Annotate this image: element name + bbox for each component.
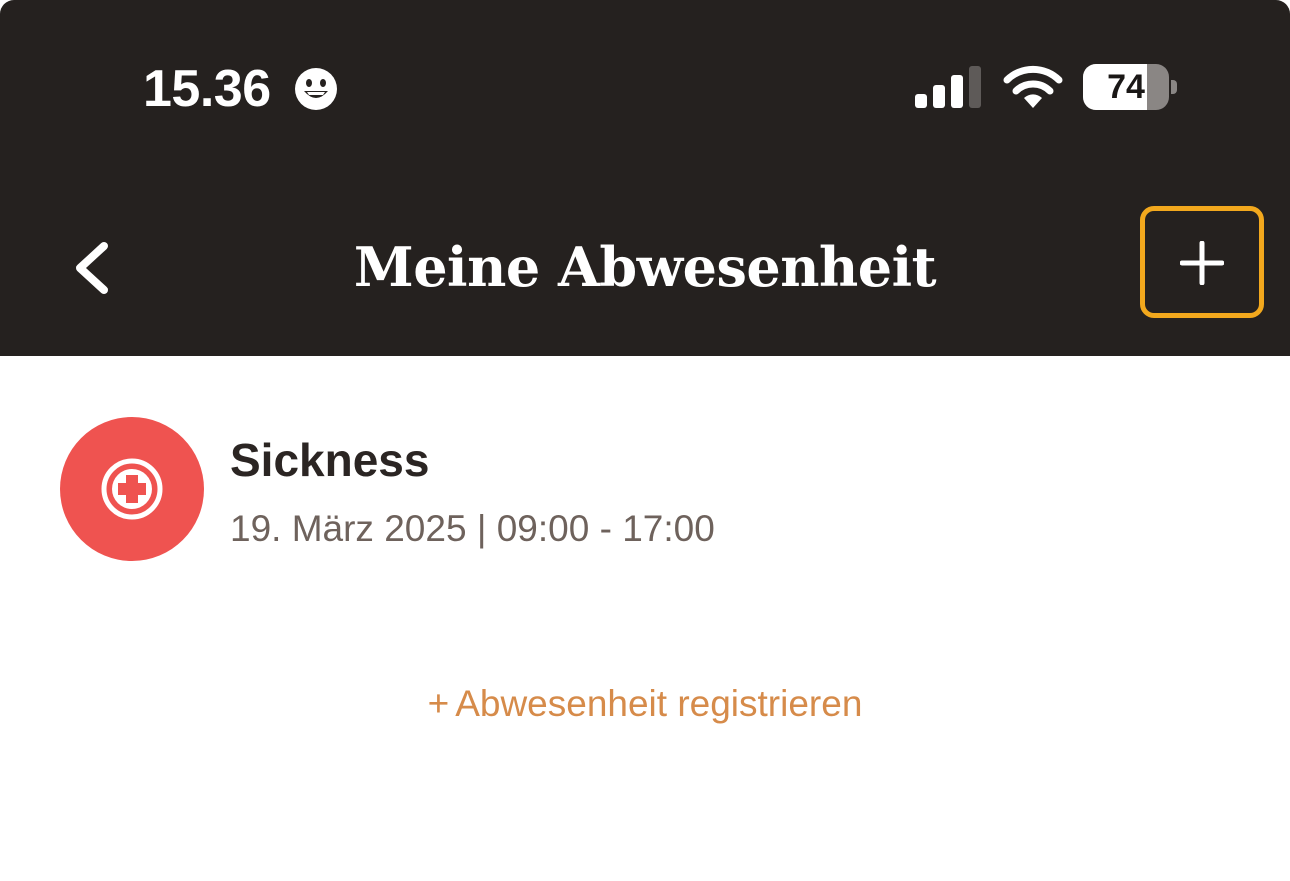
battery-body: 74 xyxy=(1083,64,1169,110)
sickness-avatar xyxy=(60,417,204,561)
status-time: 15.36 xyxy=(143,60,271,118)
wifi-icon xyxy=(1003,65,1063,108)
chevron-left-icon xyxy=(76,242,108,294)
plus-glyph: + xyxy=(427,683,450,724)
header: 15.36 74 Meine Abwesenheit xyxy=(0,0,1290,356)
absence-time-range: 09:00 - 17:00 xyxy=(496,508,715,549)
plus-icon xyxy=(1180,241,1224,285)
meta-separator: | xyxy=(476,508,487,549)
battery-level: 74 xyxy=(1107,68,1145,106)
smiley-emoji-icon xyxy=(295,68,337,110)
absence-list-item[interactable]: Sickness 19. März 2025 | 09:00 - 17:00 xyxy=(0,400,1290,580)
register-absence-label: Abwesenheit registrieren xyxy=(455,683,863,724)
medical-cross-icon xyxy=(101,458,163,520)
absence-datetime: 19. März 2025 | 09:00 - 17:00 xyxy=(230,505,715,553)
battery-cap xyxy=(1171,80,1177,94)
register-absence-link[interactable]: + Abwesenheit registrieren xyxy=(0,680,1290,728)
screen: 15.36 74 Meine Abwesenheit Sickness 19. … xyxy=(0,0,1290,881)
absence-type: Sickness xyxy=(230,434,430,486)
back-button[interactable] xyxy=(60,230,124,306)
add-absence-button[interactable] xyxy=(1140,206,1264,318)
page-title: Meine Abwesenheit xyxy=(353,235,937,299)
absence-date: 19. März 2025 xyxy=(230,508,467,549)
battery-indicator: 74 xyxy=(1083,64,1179,110)
cellular-signal-icon xyxy=(915,66,981,108)
